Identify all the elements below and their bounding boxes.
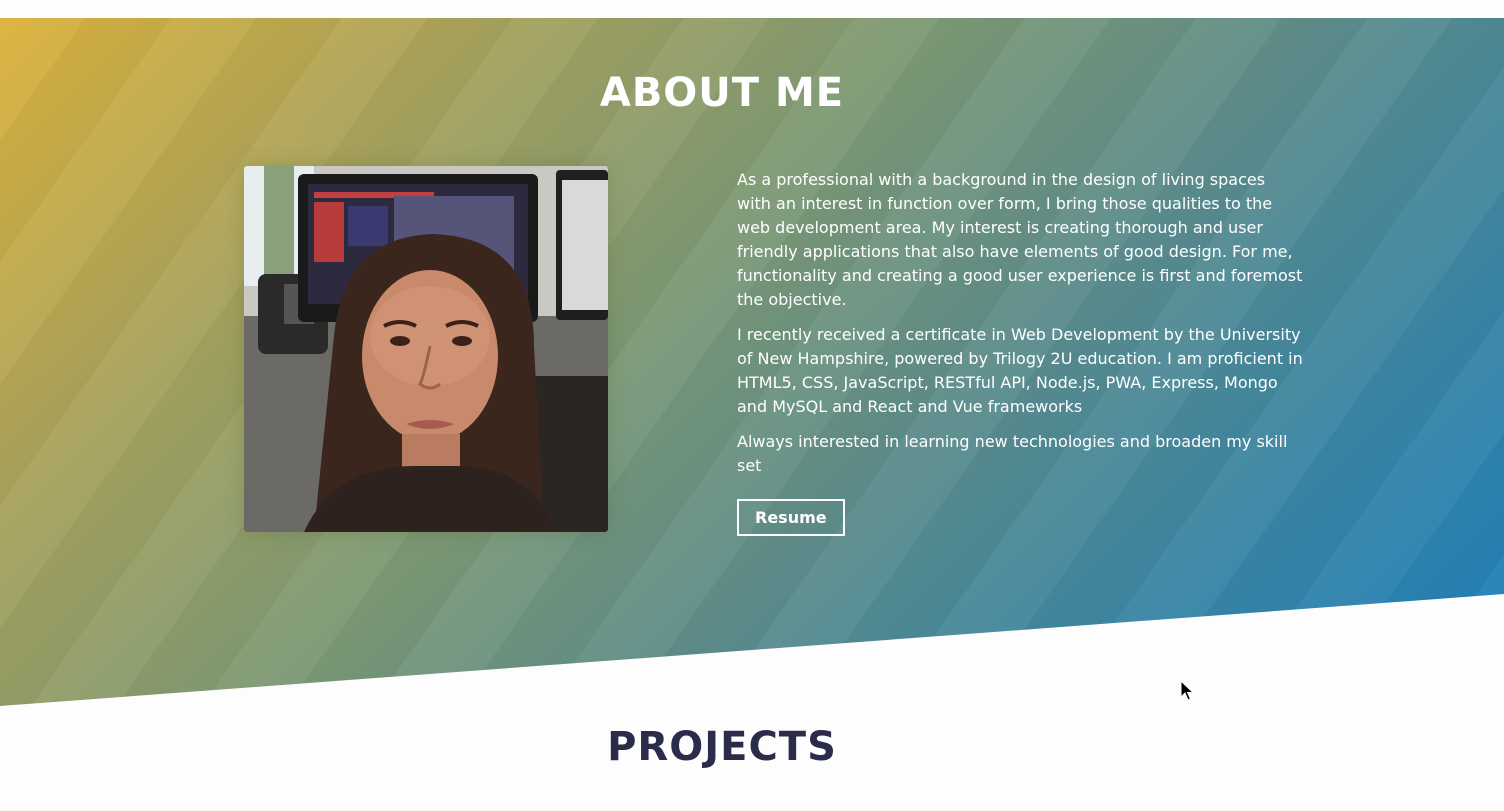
about-paragraph-3: Always interested in learning new techno… <box>737 432 1288 475</box>
mouse-pointer-icon <box>1180 680 1194 701</box>
profile-photo <box>244 166 608 532</box>
about-title: ABOUT ME <box>599 70 845 116</box>
page: ABOUT ME As a professional with a backgr… <box>0 0 1504 811</box>
about-text: As a professional with a background in t… <box>737 168 1303 536</box>
about-paragraph-2: I recently received a certificate in Web… <box>737 325 1303 416</box>
about-section: ABOUT ME As a professional with a backgr… <box>0 18 1504 706</box>
about-paragraph-1: As a professional with a background in t… <box>737 170 1303 309</box>
projects-title: PROJECTS <box>607 724 837 770</box>
resume-button[interactable]: Resume <box>737 499 845 536</box>
